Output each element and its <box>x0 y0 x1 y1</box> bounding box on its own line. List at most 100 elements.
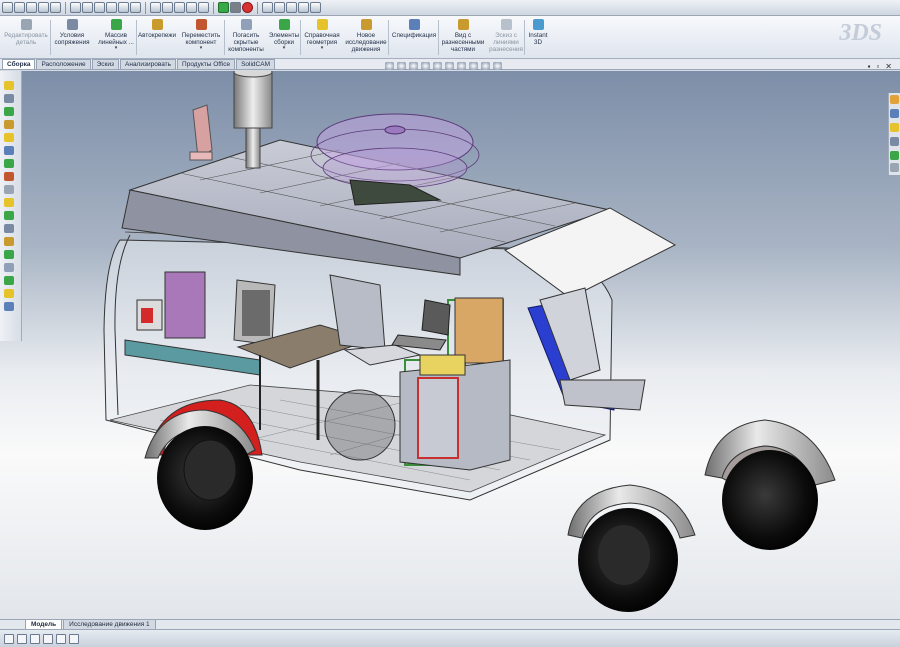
cube-icon[interactable] <box>262 2 273 13</box>
measure-icon[interactable] <box>118 2 129 13</box>
graphics-area[interactable] <box>0 71 900 619</box>
feature-tool-icon[interactable] <box>4 237 14 246</box>
linear-pattern-button[interactable]: Массив линейных ... ▾ <box>94 19 138 51</box>
play-icon[interactable] <box>218 2 229 13</box>
tab-sketch[interactable]: Эскиз <box>91 59 120 69</box>
ribbon-label: Справочная геометрия <box>304 32 340 46</box>
ribbon-separator <box>224 20 225 55</box>
dropdown-arrow-icon[interactable]: ▾ <box>321 46 324 51</box>
options-icon[interactable] <box>94 2 105 13</box>
display-style-icon[interactable] <box>445 62 454 70</box>
feature-tool-icon[interactable] <box>4 146 14 155</box>
feature-tool-icon[interactable] <box>4 133 14 142</box>
dropdown-arrow-icon[interactable]: ▾ <box>283 46 286 51</box>
feature-tool-icon[interactable] <box>4 302 14 311</box>
ellipse-icon[interactable] <box>186 2 197 13</box>
ribbon-separator <box>388 20 389 55</box>
bom-icon <box>408 19 420 30</box>
select-icon[interactable] <box>70 2 81 13</box>
feature-tool-icon[interactable] <box>4 107 14 116</box>
restore-button[interactable]: ▫ <box>876 62 879 71</box>
smart-fasteners-icon <box>151 19 163 30</box>
feature-tool-icon[interactable] <box>4 263 14 272</box>
motion-study-icon[interactable] <box>69 633 79 644</box>
edit-appearance-icon[interactable] <box>469 62 478 70</box>
navigate-next-icon[interactable] <box>30 633 40 644</box>
feature-tool-icon[interactable] <box>4 120 14 129</box>
cube-icon[interactable] <box>198 2 209 13</box>
split-view-icon[interactable] <box>56 633 66 644</box>
instant3d-button[interactable]: Instant 3D <box>526 19 550 46</box>
zoom-icon[interactable] <box>174 2 185 13</box>
tab-assembly[interactable]: Сборка <box>2 59 36 69</box>
design-library-icon[interactable] <box>890 109 899 118</box>
zoom-to-fit-icon[interactable] <box>385 62 394 70</box>
close-button[interactable]: ✕ <box>885 62 892 71</box>
feature-tool-icon[interactable] <box>4 198 14 207</box>
explode-line-button[interactable]: Эскиз с линиями разнесения <box>488 19 524 53</box>
feature-tool-icon[interactable] <box>4 289 14 298</box>
ribbon-label: Эскиз с линиями разнесения <box>489 32 523 53</box>
record-icon[interactable] <box>242 2 253 13</box>
feature-tool-icon[interactable] <box>4 94 14 103</box>
show-hidden-button[interactable]: Погасить скрытые компоненты <box>226 19 266 53</box>
help-icon[interactable] <box>310 2 321 13</box>
stop-icon[interactable] <box>230 2 241 13</box>
section-view-icon[interactable] <box>421 62 430 70</box>
apply-scene-icon[interactable] <box>481 62 490 70</box>
new-motion-study-button[interactable]: Новое исследование движения <box>344 19 388 53</box>
feature-tool-icon[interactable] <box>4 276 14 285</box>
feature-tool-icon[interactable] <box>4 159 14 168</box>
edit-component-button[interactable]: Редактировать деталь <box>2 19 50 46</box>
sum-icon[interactable] <box>150 2 161 13</box>
file-explorer-icon[interactable] <box>890 123 899 132</box>
print-icon[interactable] <box>38 2 49 13</box>
display-icon[interactable] <box>162 2 173 13</box>
rebuild-icon[interactable] <box>82 2 93 13</box>
assembly-features-button[interactable]: Элементы сборки ▾ <box>268 19 300 51</box>
sketch-icon[interactable] <box>106 2 117 13</box>
feature-tool-icon[interactable] <box>4 250 14 259</box>
move-component-button[interactable]: Переместить компонент ▾ <box>178 19 224 51</box>
feature-tool-icon[interactable] <box>4 172 14 181</box>
view-settings-icon[interactable] <box>493 62 502 70</box>
feature-tool-icon[interactable] <box>4 81 14 90</box>
feature-tool-icon[interactable] <box>4 211 14 220</box>
feature-tool-icon[interactable] <box>4 224 14 233</box>
save-icon[interactable] <box>26 2 37 13</box>
tab-solidcam[interactable]: SolidCAM <box>236 59 275 69</box>
tab-layout[interactable]: Расположение <box>36 59 91 69</box>
edit-icon[interactable] <box>274 2 285 13</box>
view-palette-icon[interactable] <box>890 151 899 160</box>
feature-tool-icon[interactable] <box>4 185 14 194</box>
view-icon[interactable] <box>286 2 297 13</box>
minimize-button[interactable]: ▪ <box>868 62 871 71</box>
zoom-area-icon[interactable] <box>397 62 406 70</box>
smart-fasteners-button[interactable]: Автокрепежи <box>138 19 176 39</box>
undo-icon[interactable] <box>50 2 61 13</box>
navigate-last-icon[interactable] <box>43 633 53 644</box>
dropdown-arrow-icon[interactable]: ▾ <box>200 46 203 51</box>
navigate-prev-icon[interactable] <box>17 633 27 644</box>
task-pane-tabs <box>888 93 900 175</box>
new-icon[interactable] <box>2 2 13 13</box>
mass-icon[interactable] <box>130 2 141 13</box>
bom-button[interactable]: Спецификация <box>390 19 438 39</box>
navigate-first-icon[interactable] <box>4 633 14 644</box>
settings-icon[interactable] <box>298 2 309 13</box>
exploded-view-button[interactable]: Вид с разнесенными частями <box>440 19 486 53</box>
view-orientation-icon[interactable] <box>433 62 442 70</box>
solidworks-resources-icon[interactable] <box>890 95 899 104</box>
quick-access-toolbar <box>0 0 900 16</box>
status-bar <box>0 629 900 647</box>
search-icon[interactable] <box>890 137 899 146</box>
tab-office-products[interactable]: Продукты Office <box>177 59 236 69</box>
open-icon[interactable] <box>14 2 25 13</box>
hide-show-items-icon[interactable] <box>457 62 466 70</box>
mate-button[interactable]: Условия сопряжения <box>52 19 92 46</box>
dropdown-arrow-icon[interactable]: ▾ <box>115 46 118 51</box>
appearances-icon[interactable] <box>890 163 899 172</box>
reference-geometry-button[interactable]: Справочная геометрия ▾ <box>302 19 342 51</box>
previous-view-icon[interactable] <box>409 62 418 70</box>
tab-evaluate[interactable]: Анализировать <box>120 59 177 69</box>
